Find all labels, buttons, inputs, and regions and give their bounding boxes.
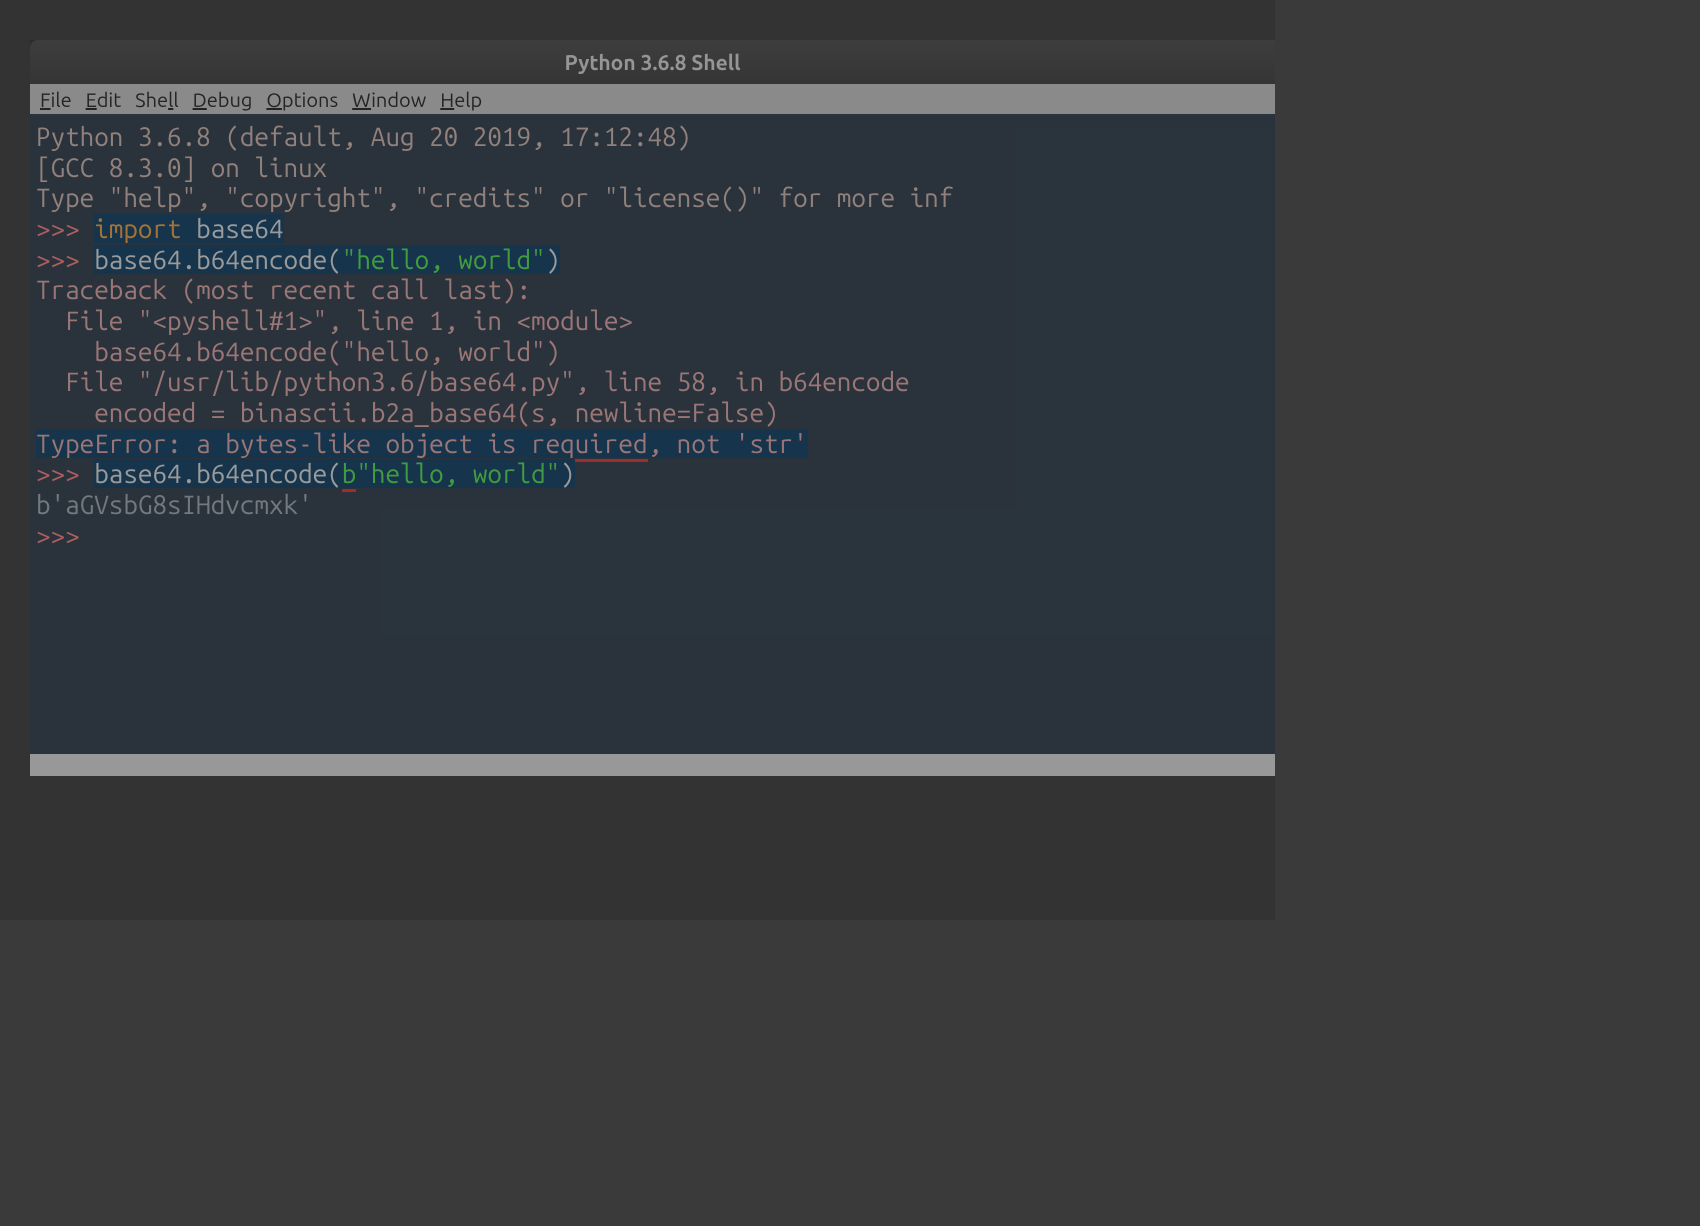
traceback-line-3: base64.b64encode("hello, world")	[36, 337, 560, 366]
banner-line-2: [GCC 8.3.0] on linux	[36, 153, 327, 182]
prompt: >>>	[36, 245, 94, 274]
traceback-line-4: File "/usr/lib/python3.6/base64.py", lin…	[36, 367, 910, 396]
menu-debug[interactable]: Debug	[193, 88, 253, 111]
call1-suffix: )	[546, 245, 561, 274]
typeerror-prefix: TypeError:	[36, 429, 196, 458]
prompt: >>>	[36, 214, 94, 243]
window-title: Python 3.6.8 Shell	[565, 50, 741, 74]
traceback-line-2: File "<pyshell#1>", line 1, in <module>	[36, 306, 633, 335]
call2-string: "hello, world"	[356, 459, 560, 488]
menu-window[interactable]: Window	[352, 88, 426, 111]
menu-shell[interactable]: Shell	[135, 88, 178, 111]
prompt: >>>	[36, 459, 94, 488]
banner-line-3: Type "help", "copyright", "credits" or "…	[36, 183, 953, 212]
menu-options[interactable]: Options	[266, 88, 338, 111]
prompt: >>>	[36, 521, 94, 550]
import-keyword: import	[94, 214, 181, 243]
call1-string: "hello, world"	[342, 245, 546, 274]
call2-prefix: base64.b64encode(	[94, 459, 342, 488]
menu-help[interactable]: Help	[440, 88, 482, 111]
output-line: b'aGVsbG8sIHdvcmxk'	[36, 490, 313, 519]
traceback-line-1: Traceback (most recent call last):	[36, 275, 531, 304]
banner-line-1: Python 3.6.8 (default, Aug 20 2019, 17:1…	[36, 122, 706, 151]
status-bar	[30, 754, 1275, 776]
bytes-prefix: b	[342, 459, 357, 492]
menu-edit[interactable]: Edit	[86, 88, 121, 111]
typeerror-underlined: a bytes-like object is required	[196, 429, 647, 462]
call2-suffix: )	[560, 459, 575, 488]
window-titlebar[interactable]: Python 3.6.8 Shell	[30, 40, 1275, 84]
menu-file[interactable]: File	[40, 88, 72, 111]
import-module: base64	[182, 214, 284, 243]
idle-window: Python 3.6.8 Shell File Edit Shell Debug…	[30, 40, 1275, 776]
traceback-line-5: encoded = binascii.b2a_base64(s, newline…	[36, 398, 779, 427]
call1-prefix: base64.b64encode(	[94, 245, 342, 274]
menu-bar: File Edit Shell Debug Options Window Hel…	[30, 84, 1275, 114]
typeerror-suffix: , not 'str'	[648, 429, 808, 458]
shell-text-area[interactable]: Python 3.6.8 (default, Aug 20 2019, 17:1…	[30, 114, 1275, 754]
